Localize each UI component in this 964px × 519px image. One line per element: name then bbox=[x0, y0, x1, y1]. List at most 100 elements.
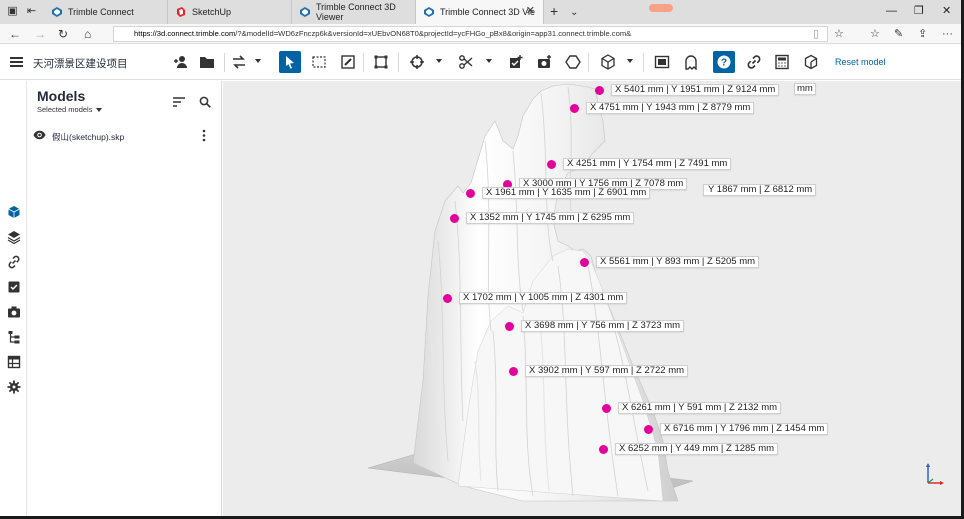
link-icon[interactable] bbox=[743, 51, 765, 73]
calculator-icon[interactable] bbox=[771, 51, 793, 73]
settings-gear-icon[interactable] bbox=[7, 380, 21, 394]
chevron-down-icon bbox=[96, 108, 103, 113]
measure-point-label: X 1352 mm | Y 1745 mm | Z 6295 mm bbox=[466, 212, 635, 224]
clip-scissors-icon[interactable] bbox=[455, 51, 477, 73]
favorite-star-icon[interactable]: ☆ bbox=[834, 26, 844, 42]
measure-point-label: mm bbox=[794, 83, 816, 95]
window-menu-icon[interactable]: ▣ bbox=[6, 5, 19, 18]
chevron-down-icon[interactable] bbox=[486, 59, 492, 63]
axis-gizmo-icon bbox=[926, 463, 944, 485]
tab-list-chevron-icon[interactable]: ⌄ bbox=[570, 6, 578, 20]
present-screen-icon[interactable] bbox=[651, 51, 673, 73]
organizer-tree-icon[interactable] bbox=[7, 330, 21, 344]
measure-point-marker[interactable] bbox=[509, 367, 518, 376]
tab-title: Trimble Connect 3D Vie bbox=[440, 7, 536, 17]
measure-point-icon[interactable] bbox=[406, 51, 428, 73]
selected-models-dropdown[interactable]: Selected models bbox=[37, 105, 103, 114]
reset-model-button[interactable]: Reset model bbox=[835, 57, 886, 67]
toolbar-divider bbox=[588, 53, 589, 72]
chevron-down-icon[interactable] bbox=[627, 59, 633, 63]
back-icon[interactable]: ← bbox=[9, 26, 21, 42]
refresh-icon[interactable]: ↻ bbox=[58, 26, 68, 42]
eye-visibility-icon[interactable] bbox=[33, 130, 46, 140]
measure-point-marker[interactable] bbox=[602, 404, 611, 413]
share-icon[interactable]: ⇪ bbox=[918, 26, 927, 42]
trimble-icon bbox=[52, 7, 62, 17]
more-icon[interactable]: ··· bbox=[942, 26, 953, 42]
3d-viewport[interactable]: X 5401 mm | Y 1951 mm | Z 9124 mm mm X 4… bbox=[223, 81, 964, 519]
measure-point-marker[interactable] bbox=[570, 104, 579, 113]
measure-point-marker[interactable] bbox=[595, 86, 604, 95]
layers-icon[interactable] bbox=[7, 230, 21, 244]
todo-check-icon[interactable] bbox=[7, 280, 21, 294]
toolbar-divider bbox=[224, 53, 225, 72]
ghost-mode-icon[interactable] bbox=[680, 51, 702, 73]
views-camera-icon[interactable] bbox=[7, 305, 21, 319]
chevron-down-icon[interactable] bbox=[255, 59, 261, 63]
notification-pill bbox=[649, 4, 673, 12]
chevron-down-icon[interactable] bbox=[436, 59, 442, 63]
favorites-hub-icon[interactable]: ☆ bbox=[870, 26, 880, 42]
tab-title: SketchUp bbox=[192, 7, 232, 17]
markup-edit-icon[interactable] bbox=[337, 51, 359, 73]
tab-sketchup[interactable]: SketchUp bbox=[168, 0, 292, 24]
selected-models-label: Selected models bbox=[37, 105, 93, 114]
measure-point-marker[interactable] bbox=[644, 425, 653, 434]
measure-point-label: X 6716 mm | Y 1796 mm | Z 1454 mm bbox=[660, 423, 829, 435]
tab-actions-icon[interactable]: ⇤ bbox=[25, 5, 38, 18]
model-box-icon[interactable] bbox=[800, 51, 822, 73]
sketchup-icon bbox=[176, 7, 186, 17]
section-box-icon[interactable] bbox=[370, 51, 392, 73]
more-vertical-icon[interactable] bbox=[201, 129, 207, 142]
help-icon[interactable]: ? bbox=[713, 51, 735, 73]
hexagon-object-icon[interactable] bbox=[562, 51, 584, 73]
add-user-icon[interactable] bbox=[170, 51, 192, 73]
reading-view-icon[interactable]: ▯ bbox=[813, 26, 819, 42]
models-cube-icon[interactable] bbox=[7, 205, 21, 219]
close-window-icon[interactable]: ✕ bbox=[942, 4, 951, 18]
tab-trimble-connect[interactable]: Trimble Connect bbox=[44, 0, 168, 24]
new-tab-icon[interactable]: + bbox=[550, 4, 558, 18]
properties-table-icon[interactable] bbox=[7, 355, 21, 369]
search-icon[interactable] bbox=[199, 96, 211, 108]
models-panel: Models Selected models 假山(sketchup).skp bbox=[27, 81, 222, 519]
measure-point-marker[interactable] bbox=[505, 322, 514, 331]
cube-view-icon[interactable] bbox=[597, 51, 619, 73]
restore-icon[interactable]: ❐ bbox=[914, 4, 924, 18]
pen-icon[interactable]: ✎ bbox=[894, 26, 903, 42]
add-todo-icon[interactable] bbox=[505, 51, 527, 73]
hamburger-menu-icon[interactable] bbox=[10, 57, 23, 67]
measure-point-marker[interactable] bbox=[599, 445, 608, 454]
add-view-camera-icon[interactable] bbox=[534, 51, 556, 73]
measure-point-label: X 4751 mm | Y 1943 mm | Z 8779 mm bbox=[586, 102, 755, 114]
url-field[interactable]: https://3d.connect.trimble.com/?&modelId… bbox=[113, 26, 828, 42]
forward-icon[interactable]: → bbox=[34, 26, 46, 42]
measure-point-label: X 3902 mm | Y 597 mm | Z 2722 mm bbox=[525, 365, 689, 377]
folder-icon[interactable] bbox=[196, 51, 218, 73]
select-pointer-icon[interactable] bbox=[279, 51, 301, 73]
measure-point-label: X 1702 mm | Y 1005 mm | Z 4301 mm bbox=[459, 292, 628, 304]
navigation-mode-icon[interactable] bbox=[228, 51, 250, 73]
measure-point-marker[interactable] bbox=[547, 160, 556, 169]
sort-icon[interactable] bbox=[173, 97, 185, 107]
measure-point-label: X 1961 mm | Y 1635 mm | Z 6901 mm bbox=[482, 187, 651, 199]
measure-point-label: X 5561 mm | Y 893 mm | Z 5205 mm bbox=[596, 256, 760, 268]
box-select-icon[interactable] bbox=[308, 51, 330, 73]
link-icon[interactable] bbox=[7, 255, 21, 269]
home-icon[interactable]: ⌂ bbox=[84, 26, 91, 42]
measure-point-marker[interactable] bbox=[466, 189, 475, 198]
tab-title: Trimble Connect 3D Viewer bbox=[316, 2, 396, 22]
minimize-icon[interactable]: — bbox=[886, 4, 897, 18]
measure-point-marker[interactable] bbox=[443, 294, 452, 303]
measure-point-marker[interactable] bbox=[580, 258, 589, 267]
tab-trimble-3d-viewer[interactable]: Trimble Connect 3D Viewer bbox=[292, 0, 416, 24]
tab-trimble-3d-viewer-active[interactable]: Trimble Connect 3D Vie ✕ bbox=[416, 0, 544, 24]
left-icon-rail bbox=[0, 81, 27, 519]
project-title: 天河漂景区建设项目 bbox=[33, 58, 128, 70]
measure-point-label: X 6261 mm | Y 591 mm | Z 2132 mm bbox=[618, 402, 782, 414]
close-tab-icon[interactable]: ✕ bbox=[526, 6, 535, 17]
app-toolbar: 天河漂景区建设项目 ? Reset model bbox=[0, 45, 964, 80]
measure-point-label: X 3698 mm | Y 756 mm | Z 3723 mm bbox=[521, 320, 685, 332]
measure-point-marker[interactable] bbox=[450, 214, 459, 223]
model-list-item[interactable]: 假山(sketchup).skp bbox=[27, 127, 222, 145]
